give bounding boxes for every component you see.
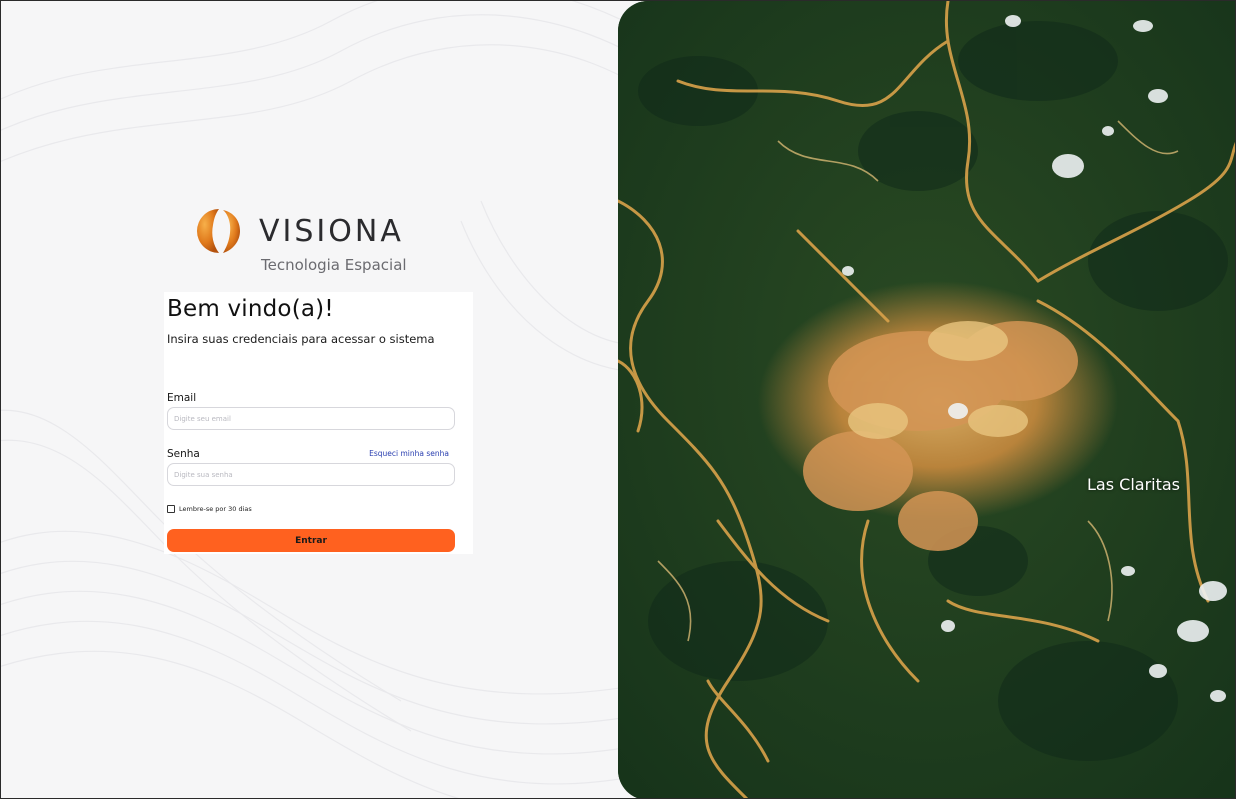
page-title: Bem vindo(a)! bbox=[167, 296, 334, 322]
remember-me-checkbox[interactable] bbox=[167, 505, 175, 513]
remember-me[interactable]: Lembre-se por 30 dias bbox=[167, 504, 252, 514]
visiona-logo-icon bbox=[197, 209, 240, 253]
satellite-map-graphic bbox=[618, 1, 1235, 798]
brand-name: VISIONA bbox=[259, 214, 404, 249]
map-place-label: Las Claritas bbox=[1087, 475, 1180, 494]
satellite-image: Las Claritas bbox=[618, 1, 1235, 798]
forgot-password-link[interactable]: Esqueci minha senha bbox=[369, 449, 449, 459]
email-label: Email bbox=[167, 392, 197, 404]
password-label: Senha bbox=[167, 448, 200, 460]
email-field[interactable] bbox=[167, 407, 455, 430]
login-form: Bem vindo(a)! Insira suas credenciais pa… bbox=[164, 292, 473, 554]
login-page: VISIONA Tecnologia Espacial Bem vindo(a)… bbox=[0, 0, 1236, 799]
login-button[interactable]: Entrar bbox=[167, 529, 455, 552]
remember-me-label: Lembre-se por 30 dias bbox=[179, 505, 252, 513]
brand-logo: VISIONA Tecnologia Espacial bbox=[193, 205, 413, 279]
password-field[interactable] bbox=[167, 463, 455, 486]
brand-tagline: Tecnologia Espacial bbox=[261, 256, 407, 274]
login-panel: VISIONA Tecnologia Espacial Bem vindo(a)… bbox=[1, 1, 641, 798]
page-subtitle: Insira suas credenciais para acessar o s… bbox=[167, 332, 435, 346]
